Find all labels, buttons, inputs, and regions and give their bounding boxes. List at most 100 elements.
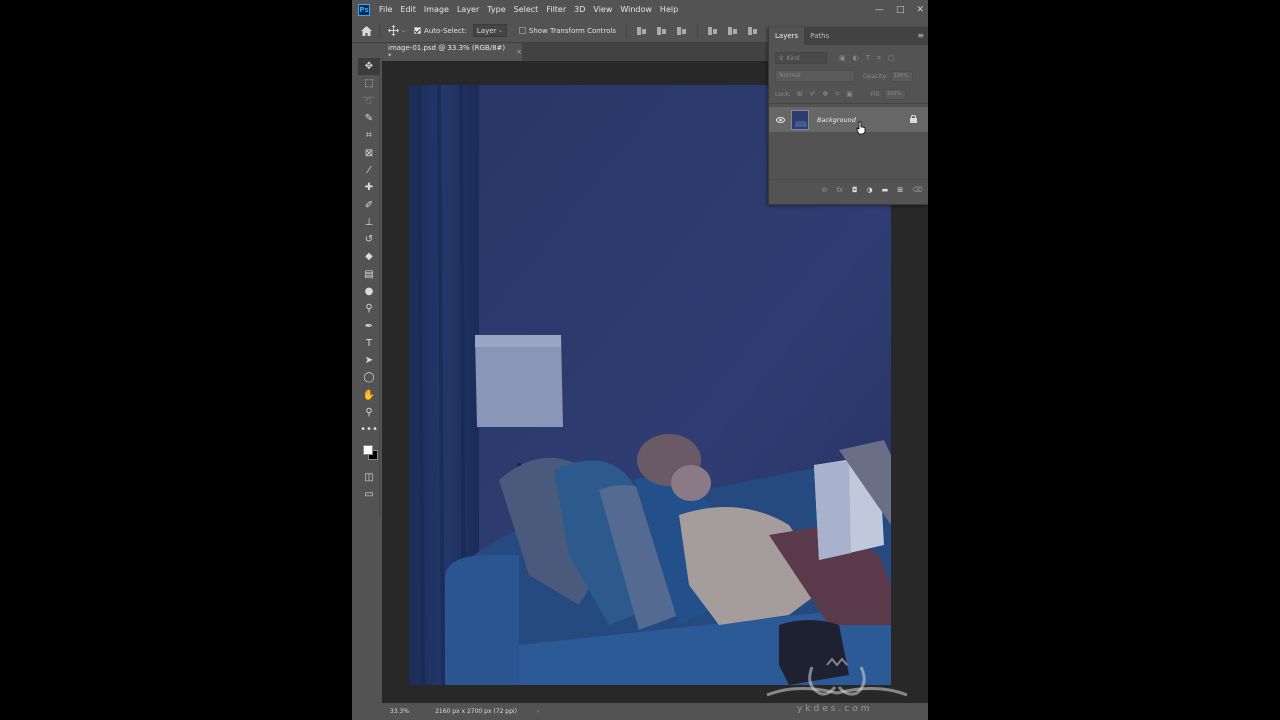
move-tool-icon[interactable]: ✥ — [358, 58, 380, 76]
frame-tool-icon[interactable]: ⊠ — [358, 144, 380, 161]
menu-3d[interactable]: 3D — [570, 0, 589, 19]
menu-filter[interactable]: Filter — [542, 0, 570, 19]
menu-view[interactable]: View — [589, 0, 616, 19]
align-right-edges-icon[interactable] — [676, 26, 688, 36]
type-tool-icon[interactable]: T — [358, 335, 380, 352]
healing-brush-tool-icon[interactable]: ✚ — [358, 179, 380, 196]
hand-cursor-icon — [856, 121, 866, 135]
screen-mode-icon[interactable]: ▭ — [358, 486, 380, 503]
filter-adjustment-icon[interactable]: ◐ — [853, 54, 859, 62]
new-group-folder-icon[interactable]: ▬ — [882, 186, 889, 194]
filter-shape-icon[interactable]: ⌗ — [877, 54, 881, 63]
filter-type-icon[interactable]: T — [866, 54, 870, 62]
filter-kind-label: Kind — [786, 54, 800, 62]
tools-panel: ✥ ⬚ ➰ ✎ ⌗ ⊠ ⁄ ✚ ✐ ⊥ ↺ ◆ ▤ ● ⚲ ✒ T ➤ ◯ ✋ … — [358, 58, 380, 518]
quick-mask-icon[interactable]: ◫ — [358, 469, 380, 486]
align-vertical-centers-icon[interactable] — [727, 26, 739, 36]
lock-label: Lock: — [775, 90, 791, 98]
opacity-field[interactable]: 100% — [890, 70, 913, 82]
filter-smart-object-icon[interactable]: ▢ — [888, 54, 895, 62]
quick-selection-tool-icon[interactable]: ✎ — [358, 110, 380, 127]
layer-lock-icon[interactable] — [910, 115, 917, 123]
layer-thumbnail[interactable] — [791, 109, 809, 130]
lock-image-icon[interactable]: ✐ — [810, 90, 816, 98]
align-bottom-edges-icon[interactable] — [747, 26, 759, 36]
blur-tool-icon[interactable]: ● — [358, 283, 380, 300]
layers-panel: Layers Paths ≡ ⚲ Kind ▣ ◐ T ⌗ ▢ Normal O… — [768, 27, 928, 205]
menu-image[interactable]: Image — [420, 0, 453, 19]
close-tab-icon[interactable]: × — [516, 48, 522, 56]
zoom-level[interactable]: 33.3% — [390, 708, 409, 715]
rectangular-marquee-tool-icon[interactable]: ⬚ — [358, 75, 380, 92]
add-mask-icon[interactable]: ◘ — [852, 186, 858, 194]
auto-select-check-icon[interactable] — [414, 27, 422, 34]
lock-all-icon[interactable]: ▣ — [846, 90, 853, 98]
layers-panel-footer: ⊝ fx ◘ ◑ ▬ ⊞ ⌫ — [769, 179, 928, 199]
fill-field[interactable]: 100% — [883, 88, 906, 100]
history-brush-tool-icon[interactable]: ↺ — [358, 231, 380, 248]
filter-pixel-icon[interactable]: ▣ — [839, 54, 846, 62]
visibility-eye-icon[interactable] — [774, 116, 786, 123]
lock-artboard-icon[interactable]: ⌗ — [835, 90, 839, 99]
eraser-tool-icon[interactable]: ◆ — [358, 248, 380, 265]
layer-row-background[interactable]: Background — [769, 107, 928, 132]
layer-name[interactable]: Background — [817, 116, 856, 124]
lasso-tool-icon[interactable]: ➰ — [358, 93, 380, 110]
more-tools-icon[interactable]: ••• — [358, 421, 380, 438]
auto-select-checkbox[interactable]: Auto-Select: — [414, 27, 467, 35]
document-info: 2160 px x 2700 px (72 ppi) — [435, 708, 517, 715]
home-icon[interactable] — [358, 23, 374, 39]
panel-menu-icon[interactable]: ≡ — [917, 31, 924, 40]
document-tab-title: image-01.psd @ 33.3% (RGB/8#) * — [388, 44, 506, 60]
clone-stamp-tool-icon[interactable]: ⊥ — [358, 214, 380, 231]
layer-style-fx-icon[interactable]: fx — [836, 186, 843, 194]
foreground-color-swatch[interactable] — [363, 444, 373, 455]
photoshop-logo-icon[interactable]: Ps — [358, 3, 370, 16]
pen-tool-icon[interactable]: ✒ — [358, 317, 380, 334]
close-button[interactable]: ✕ — [916, 5, 924, 15]
zoom-tool-icon[interactable]: ⚲ — [358, 404, 380, 421]
layer-filter-dropdown[interactable]: ⚲ Kind — [775, 52, 827, 64]
brush-tool-icon[interactable]: ✐ — [358, 196, 380, 213]
lock-transparency-icon[interactable]: ⊞ — [797, 90, 803, 98]
menu-window[interactable]: Window — [616, 0, 656, 19]
dodge-tool-icon[interactable]: ⚲ — [358, 300, 380, 317]
align-top-edges-icon[interactable] — [707, 26, 719, 36]
show-transform-check-icon[interactable] — [518, 27, 526, 34]
gradient-tool-icon[interactable]: ▤ — [358, 266, 380, 283]
document-tab[interactable]: image-01.psd @ 33.3% (RGB/8#) * × — [382, 43, 522, 61]
tab-layers[interactable]: Layers — [769, 27, 805, 45]
align-left-edges-icon[interactable] — [636, 26, 648, 36]
move-tool-preset-icon[interactable] — [385, 23, 401, 39]
show-transform-controls-checkbox[interactable]: Show Transform Controls — [518, 26, 617, 35]
delete-layer-trash-icon[interactable]: ⌫ — [912, 186, 922, 194]
menu-file[interactable]: File — [375, 0, 396, 19]
eyedropper-tool-icon[interactable]: ⁄ — [358, 162, 380, 179]
minimize-button[interactable]: — — [875, 5, 884, 15]
show-transform-label: Show Transform Controls — [528, 26, 617, 35]
menu-layer[interactable]: Layer — [453, 0, 483, 19]
preset-chevron-down-icon[interactable]: ⌄ — [401, 27, 406, 34]
ellipse-tool-icon[interactable]: ◯ — [358, 369, 380, 386]
watermark-text: ykdes.com — [797, 704, 873, 714]
status-menu-arrow-icon[interactable]: › — [537, 708, 539, 715]
tab-paths[interactable]: Paths — [804, 27, 835, 45]
hand-tool-icon[interactable]: ✋ — [358, 387, 380, 404]
new-layer-icon[interactable]: ⊞ — [897, 186, 903, 194]
lock-position-icon[interactable]: ✥ — [822, 90, 828, 98]
crop-tool-icon[interactable]: ⌗ — [358, 127, 380, 144]
align-horizontal-centers-icon[interactable] — [656, 26, 668, 36]
menu-type[interactable]: Type — [483, 0, 509, 19]
path-selection-tool-icon[interactable]: ➤ — [358, 352, 380, 369]
restore-button[interactable]: □ — [896, 5, 905, 15]
opacity-label: Opacity: — [863, 72, 888, 80]
menu-edit[interactable]: Edit — [396, 0, 420, 19]
menu-help[interactable]: Help — [656, 0, 682, 19]
menu-select[interactable]: Select — [510, 0, 543, 19]
link-layers-icon[interactable]: ⊝ — [821, 186, 827, 194]
auto-select-target-dropdown[interactable]: Layer ⌄ — [472, 24, 507, 37]
panel-tabs: Layers Paths ≡ — [769, 27, 928, 45]
adjustment-layer-icon[interactable]: ◑ — [866, 186, 872, 194]
blend-mode-dropdown[interactable]: Normal — [775, 70, 855, 82]
blend-mode-row: Normal Opacity: 100% — [769, 67, 928, 85]
